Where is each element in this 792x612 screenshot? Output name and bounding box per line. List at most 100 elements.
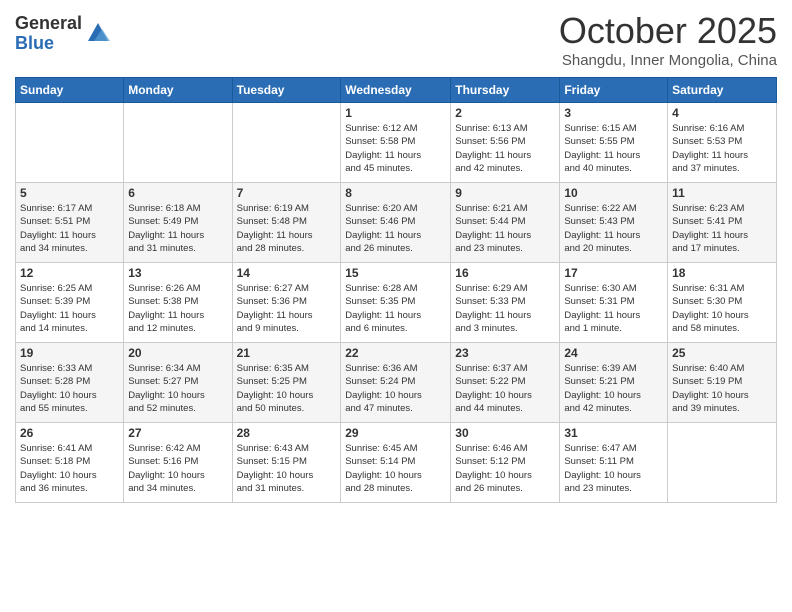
day-number: 1 <box>345 106 446 120</box>
day-number: 3 <box>564 106 663 120</box>
calendar-cell: 30Sunrise: 6:46 AMSunset: 5:12 PMDayligh… <box>451 423 560 503</box>
day-info: Sunrise: 6:37 AMSunset: 5:22 PMDaylight:… <box>455 362 555 415</box>
calendar-cell: 22Sunrise: 6:36 AMSunset: 5:24 PMDayligh… <box>341 343 451 423</box>
weekday-header-monday: Monday <box>124 78 232 103</box>
calendar-cell: 27 Sunrise: 6:42 AMSunset: 5:16 PMDayligh… <box>124 423 232 503</box>
day-info: Sunrise: 6:34 AMSunset: 5:27 PMDaylight:… <box>128 362 227 415</box>
calendar-week-4: 19Sunrise: 6:33 AMSunset: 5:28 PMDayligh… <box>16 343 777 423</box>
day-info: Sunrise: 6:13 AMSunset: 5:56 PMDaylight:… <box>455 122 555 175</box>
month-title: October 2025 <box>559 10 777 52</box>
day-info: Sunrise: 6:31 AMSunset: 5:30 PMDaylight:… <box>672 282 772 335</box>
calendar-week-5: 26Sunrise: 6:41 AMSunset: 5:18 PMDayligh… <box>16 423 777 503</box>
day-info: Sunrise: 6:36 AMSunset: 5:24 PMDaylight:… <box>345 362 446 415</box>
calendar-cell: 1 Sunrise: 6:12 AMSunset: 5:58 PMDaylight… <box>341 103 451 183</box>
calendar-cell: 6 Sunrise: 6:18 AMSunset: 5:49 PMDaylight… <box>124 183 232 263</box>
page-container: General Blue October 2025 Shangdu, Inner… <box>0 0 792 513</box>
day-info: Sunrise: 6:35 AMSunset: 5:25 PMDaylight:… <box>237 362 337 415</box>
day-number: 29 <box>345 426 446 440</box>
day-number: 5 <box>20 186 119 200</box>
logo: General Blue <box>15 14 112 54</box>
calendar-cell: 20Sunrise: 6:34 AMSunset: 5:27 PMDayligh… <box>124 343 232 423</box>
day-info: Sunrise: 6:40 AMSunset: 5:19 PMDaylight:… <box>672 362 772 415</box>
calendar-cell <box>16 103 124 183</box>
day-info: Sunrise: 6:16 AMSunset: 5:53 PMDaylight:… <box>672 122 772 175</box>
day-number: 14 <box>237 266 337 280</box>
day-info: Sunrise: 6:46 AMSunset: 5:12 PMDaylight:… <box>455 442 555 495</box>
day-info: Sunrise: 6:17 AMSunset: 5:51 PMDaylight:… <box>20 202 119 255</box>
weekday-header-sunday: Sunday <box>16 78 124 103</box>
day-info: Sunrise: 6:47 AMSunset: 5:11 PMDaylight:… <box>564 442 663 495</box>
weekday-header-row: SundayMondayTuesdayWednesdayThursdayFrid… <box>16 78 777 103</box>
weekday-header-tuesday: Tuesday <box>232 78 341 103</box>
day-number: 4 <box>672 106 772 120</box>
weekday-header-saturday: Saturday <box>668 78 777 103</box>
day-info: Sunrise: 6:25 AMSunset: 5:39 PMDaylight:… <box>20 282 119 335</box>
day-number: 18 <box>672 266 772 280</box>
calendar-cell: 18 Sunrise: 6:31 AMSunset: 5:30 PMDayligh… <box>668 263 777 343</box>
logo-blue: Blue <box>15 34 82 54</box>
day-info: Sunrise: 6:15 AMSunset: 5:55 PMDaylight:… <box>564 122 663 175</box>
weekday-header-wednesday: Wednesday <box>341 78 451 103</box>
day-number: 27 <box>128 426 227 440</box>
calendar-week-3: 12Sunrise: 6:25 AMSunset: 5:39 PMDayligh… <box>16 263 777 343</box>
calendar-cell: 15 Sunrise: 6:28 AMSunset: 5:35 PMDayligh… <box>341 263 451 343</box>
day-info: Sunrise: 6:23 AMSunset: 5:41 PMDaylight:… <box>672 202 772 255</box>
weekday-header-friday: Friday <box>560 78 668 103</box>
calendar-cell: 3 Sunrise: 6:15 AMSunset: 5:55 PMDaylight… <box>560 103 668 183</box>
day-number: 8 <box>345 186 446 200</box>
calendar-cell: 16 Sunrise: 6:29 AMSunset: 5:33 PMDayligh… <box>451 263 560 343</box>
day-number: 28 <box>237 426 337 440</box>
day-number: 17 <box>564 266 663 280</box>
day-info: Sunrise: 6:30 AMSunset: 5:31 PMDaylight:… <box>564 282 663 335</box>
calendar-week-1: 1 Sunrise: 6:12 AMSunset: 5:58 PMDaylight… <box>16 103 777 183</box>
day-info: Sunrise: 6:28 AMSunset: 5:35 PMDaylight:… <box>345 282 446 335</box>
calendar-cell: 21Sunrise: 6:35 AMSunset: 5:25 PMDayligh… <box>232 343 341 423</box>
calendar-cell: 12Sunrise: 6:25 AMSunset: 5:39 PMDayligh… <box>16 263 124 343</box>
calendar-week-2: 5 Sunrise: 6:17 AMSunset: 5:51 PMDaylight… <box>16 183 777 263</box>
day-info: Sunrise: 6:19 AMSunset: 5:48 PMDaylight:… <box>237 202 337 255</box>
day-info: Sunrise: 6:42 AMSunset: 5:16 PMDaylight:… <box>128 442 227 495</box>
calendar-cell: 28Sunrise: 6:43 AMSunset: 5:15 PMDayligh… <box>232 423 341 503</box>
day-info: Sunrise: 6:12 AMSunset: 5:58 PMDaylight:… <box>345 122 446 175</box>
day-number: 6 <box>128 186 227 200</box>
calendar-cell: 4 Sunrise: 6:16 AMSunset: 5:53 PMDaylight… <box>668 103 777 183</box>
calendar-cell: 10 Sunrise: 6:22 AMSunset: 5:43 PMDayligh… <box>560 183 668 263</box>
calendar-cell: 24 Sunrise: 6:39 AMSunset: 5:21 PMDayligh… <box>560 343 668 423</box>
day-info: Sunrise: 6:27 AMSunset: 5:36 PMDaylight:… <box>237 282 337 335</box>
day-number: 23 <box>455 346 555 360</box>
day-info: Sunrise: 6:26 AMSunset: 5:38 PMDaylight:… <box>128 282 227 335</box>
calendar-cell: 26Sunrise: 6:41 AMSunset: 5:18 PMDayligh… <box>16 423 124 503</box>
weekday-header-thursday: Thursday <box>451 78 560 103</box>
calendar-cell: 5 Sunrise: 6:17 AMSunset: 5:51 PMDaylight… <box>16 183 124 263</box>
logo-icon <box>84 19 112 47</box>
calendar-table: SundayMondayTuesdayWednesdayThursdayFrid… <box>15 77 777 503</box>
day-number: 16 <box>455 266 555 280</box>
day-info: Sunrise: 6:29 AMSunset: 5:33 PMDaylight:… <box>455 282 555 335</box>
day-info: Sunrise: 6:33 AMSunset: 5:28 PMDaylight:… <box>20 362 119 415</box>
day-number: 15 <box>345 266 446 280</box>
day-number: 25 <box>672 346 772 360</box>
day-info: Sunrise: 6:22 AMSunset: 5:43 PMDaylight:… <box>564 202 663 255</box>
calendar-cell: 29Sunrise: 6:45 AMSunset: 5:14 PMDayligh… <box>341 423 451 503</box>
calendar-cell: 19Sunrise: 6:33 AMSunset: 5:28 PMDayligh… <box>16 343 124 423</box>
title-block: October 2025 Shangdu, Inner Mongolia, Ch… <box>559 10 777 69</box>
day-number: 7 <box>237 186 337 200</box>
calendar-cell <box>668 423 777 503</box>
day-number: 10 <box>564 186 663 200</box>
calendar-cell: 31Sunrise: 6:47 AMSunset: 5:11 PMDayligh… <box>560 423 668 503</box>
day-number: 24 <box>564 346 663 360</box>
day-info: Sunrise: 6:39 AMSunset: 5:21 PMDaylight:… <box>564 362 663 415</box>
day-number: 26 <box>20 426 119 440</box>
calendar-cell: 14 Sunrise: 6:27 AMSunset: 5:36 PMDayligh… <box>232 263 341 343</box>
day-info: Sunrise: 6:21 AMSunset: 5:44 PMDaylight:… <box>455 202 555 255</box>
day-number: 9 <box>455 186 555 200</box>
logo-text: General Blue <box>15 14 82 54</box>
header: General Blue October 2025 Shangdu, Inner… <box>15 10 777 69</box>
calendar-cell: 8 Sunrise: 6:20 AMSunset: 5:46 PMDaylight… <box>341 183 451 263</box>
calendar-cell <box>124 103 232 183</box>
day-info: Sunrise: 6:18 AMSunset: 5:49 PMDaylight:… <box>128 202 227 255</box>
calendar-cell: 23 Sunrise: 6:37 AMSunset: 5:22 PMDayligh… <box>451 343 560 423</box>
calendar-cell: 9 Sunrise: 6:21 AMSunset: 5:44 PMDaylight… <box>451 183 560 263</box>
day-info: Sunrise: 6:20 AMSunset: 5:46 PMDaylight:… <box>345 202 446 255</box>
day-number: 11 <box>672 186 772 200</box>
